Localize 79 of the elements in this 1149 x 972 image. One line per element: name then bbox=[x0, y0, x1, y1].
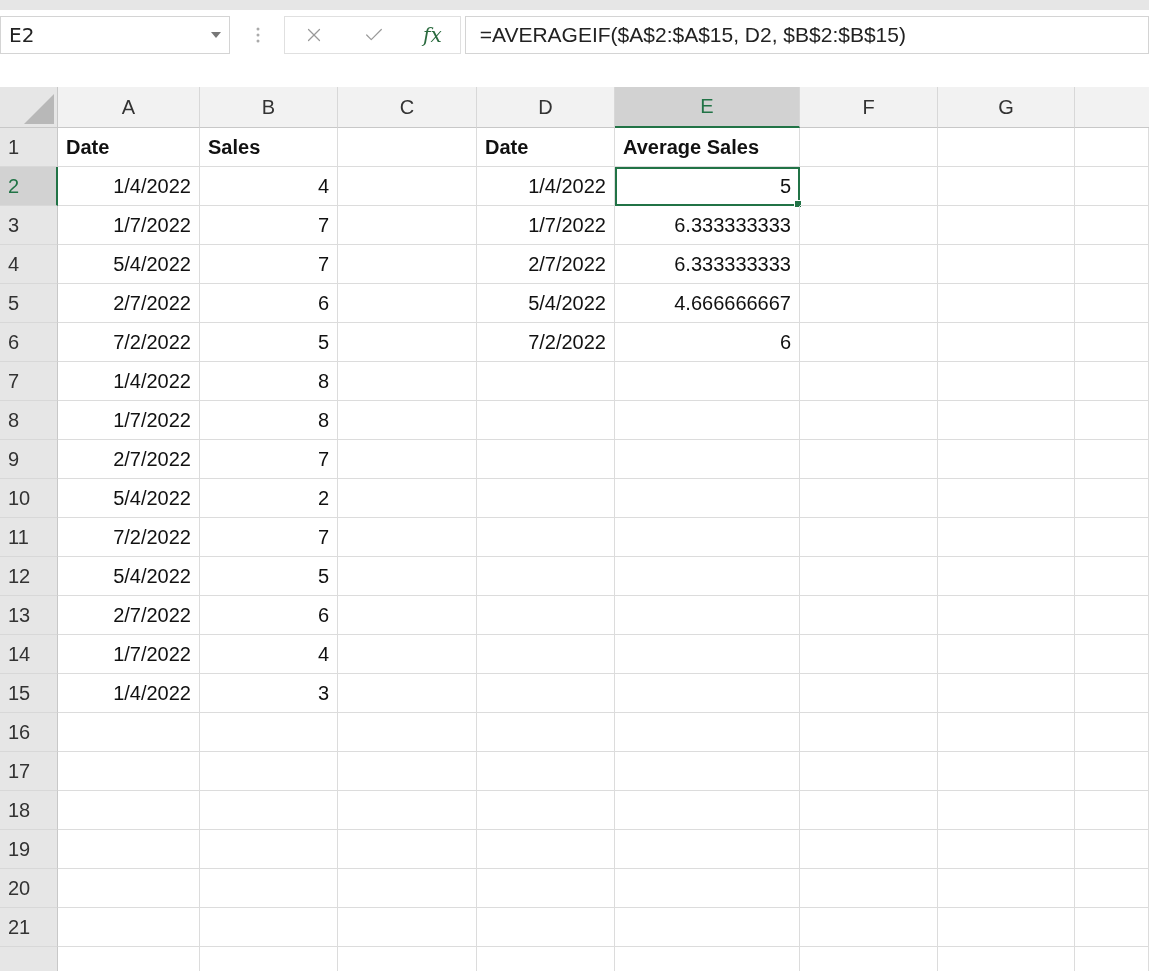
table-cell: 4.666666667 bbox=[615, 284, 800, 323]
row-header[interactable]: 14 bbox=[0, 635, 58, 674]
table-cell: 5/4/2022 bbox=[58, 557, 200, 596]
caret-icon bbox=[211, 32, 221, 38]
table-cell: 7 bbox=[200, 518, 338, 557]
dots-icon bbox=[256, 25, 260, 45]
column-header[interactable] bbox=[1075, 87, 1149, 128]
column-header[interactable]: E bbox=[615, 87, 800, 128]
table-cell: 1/4/2022 bbox=[58, 167, 200, 206]
row-header[interactable]: 8 bbox=[0, 401, 58, 440]
row-header[interactable]: 9 bbox=[0, 440, 58, 479]
table-cell: 6.333333333 bbox=[615, 245, 800, 284]
table-cell: 2 bbox=[200, 479, 338, 518]
table-cell: 4 bbox=[200, 635, 338, 674]
table-cell: 5/4/2022 bbox=[58, 245, 200, 284]
column-header[interactable]: C bbox=[338, 87, 477, 128]
table-cell: 2/7/2022 bbox=[58, 596, 200, 635]
insert-function-button[interactable]: fx bbox=[423, 23, 442, 47]
table-cell: 2/7/2022 bbox=[58, 440, 200, 479]
table-cell: 7/2/2022 bbox=[58, 518, 200, 557]
row-header[interactable]: 7 bbox=[0, 362, 58, 401]
table-cell: Sales bbox=[200, 128, 338, 167]
table-cell: 1/4/2022 bbox=[58, 674, 200, 713]
column-header[interactable]: G bbox=[938, 87, 1075, 128]
row-header[interactable]: 20 bbox=[0, 869, 58, 908]
table-cell: 6 bbox=[200, 284, 338, 323]
column-header[interactable]: D bbox=[477, 87, 615, 128]
row-header[interactable]: 13 bbox=[0, 596, 58, 635]
row-header[interactable]: 5 bbox=[0, 284, 58, 323]
row-header[interactable]: 18 bbox=[0, 791, 58, 830]
table-cell: 6 bbox=[200, 596, 338, 635]
table-cell: Average Sales bbox=[615, 128, 800, 167]
row-header[interactable]: 6 bbox=[0, 323, 58, 362]
column-header[interactable]: F bbox=[800, 87, 938, 128]
row-header[interactable]: 3 bbox=[0, 206, 58, 245]
row-header[interactable]: 2 bbox=[0, 167, 58, 206]
row-header[interactable]: 12 bbox=[0, 557, 58, 596]
table-cell: 6.333333333 bbox=[615, 206, 800, 245]
table-cell: 8 bbox=[200, 362, 338, 401]
column-header[interactable]: B bbox=[200, 87, 338, 128]
table-cell: 1/4/2022 bbox=[58, 362, 200, 401]
table-cell: 6 bbox=[615, 323, 800, 362]
table-cell: 5/4/2022 bbox=[477, 284, 615, 323]
table-cell: 8 bbox=[200, 401, 338, 440]
table-cell: 1/4/2022 bbox=[477, 167, 615, 206]
row-header[interactable]: 10 bbox=[0, 479, 58, 518]
row-header[interactable]: 15 bbox=[0, 674, 58, 713]
row-header[interactable]: 1 bbox=[0, 128, 58, 167]
table-cell: 1/7/2022 bbox=[58, 635, 200, 674]
name-box[interactable]: E2 bbox=[0, 16, 230, 54]
row-header[interactable]: 21 bbox=[0, 908, 58, 947]
table-cell: 7 bbox=[200, 206, 338, 245]
triangle-icon bbox=[24, 94, 54, 124]
row-header[interactable]: 17 bbox=[0, 752, 58, 791]
table-cell: 2/7/2022 bbox=[477, 245, 615, 284]
table-cell: 3 bbox=[200, 674, 338, 713]
table-cell: 5 bbox=[200, 557, 338, 596]
select-all-corner[interactable] bbox=[0, 87, 58, 128]
row-header[interactable]: 19 bbox=[0, 830, 58, 869]
table-cell: 4 bbox=[200, 167, 338, 206]
table-cell: 7/2/2022 bbox=[58, 323, 200, 362]
table-cell: Date bbox=[477, 128, 615, 167]
row-header[interactable]: 16 bbox=[0, 713, 58, 752]
table-cell: 5/4/2022 bbox=[58, 479, 200, 518]
row-header[interactable]: 11 bbox=[0, 518, 58, 557]
table-cell: 2/7/2022 bbox=[58, 284, 200, 323]
column-header[interactable]: A bbox=[58, 87, 200, 128]
row-header[interactable] bbox=[0, 947, 58, 971]
table-cell: 5 bbox=[200, 323, 338, 362]
table-cell: 1/7/2022 bbox=[58, 401, 200, 440]
table-cell: 7 bbox=[200, 245, 338, 284]
table-cell: 7 bbox=[200, 440, 338, 479]
row-header[interactable]: 4 bbox=[0, 245, 58, 284]
formula-field[interactable]: =AVERAGEIF($A$2:$A$15, D2, $B$2:$B$15) bbox=[464, 16, 1149, 54]
table-cell: 7/2/2022 bbox=[477, 323, 615, 362]
table-cell: 1/7/2022 bbox=[477, 206, 615, 245]
active-cell[interactable]: 5 bbox=[615, 167, 800, 206]
table-cell: Date bbox=[58, 128, 200, 167]
table-cell: 1/7/2022 bbox=[58, 206, 200, 245]
